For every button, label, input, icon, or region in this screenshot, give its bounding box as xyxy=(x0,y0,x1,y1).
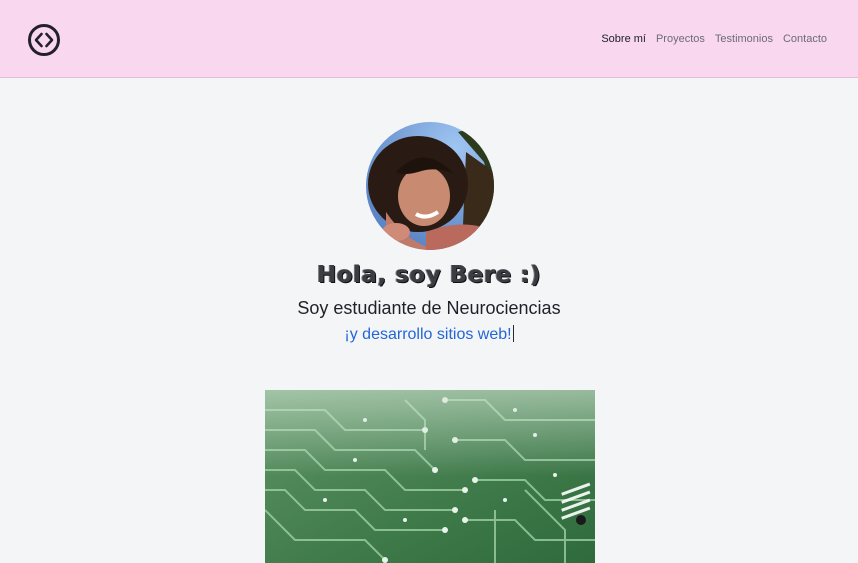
nav-links: Sobre mí Proyectos Testimonios Contacto xyxy=(601,31,827,48)
circuit-board-image xyxy=(265,390,595,563)
logo-code-icon[interactable] xyxy=(27,23,61,57)
nav-link-proyectos[interactable]: Proyectos xyxy=(656,31,705,48)
navbar: Sobre mí Proyectos Testimonios Contacto xyxy=(0,0,858,78)
nav-link-testimonios[interactable]: Testimonios xyxy=(715,31,773,48)
profile-avatar xyxy=(366,122,494,250)
subtitle-text: Soy estudiante de Neurociencias xyxy=(297,298,561,318)
nav-link-contacto[interactable]: Contacto xyxy=(783,31,827,48)
typed-text-line: ¡y desarrollo sitios web! xyxy=(0,325,858,344)
nav-link-sobre-mi[interactable]: Sobre mí xyxy=(601,31,646,48)
typed-text: ¡y desarrollo sitios web! xyxy=(344,326,512,343)
greeting-heading: Hola, soy Bere :) xyxy=(317,262,541,288)
typing-caret xyxy=(512,325,514,342)
